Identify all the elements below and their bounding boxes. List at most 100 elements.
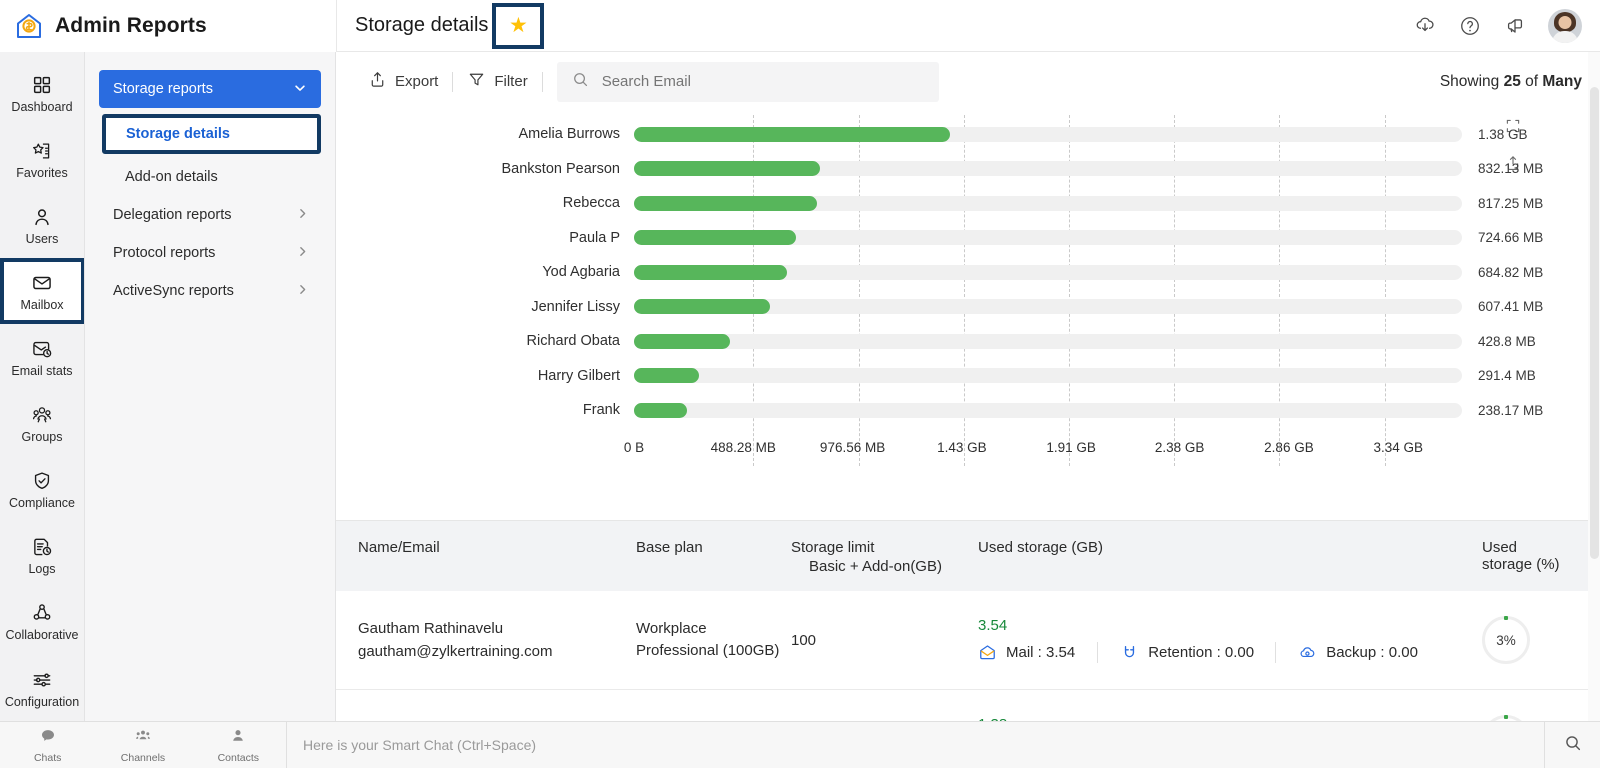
nav-item-storage-details[interactable]: Storage details [102,114,321,154]
sidebar-item-mailbox[interactable]: Mailbox [0,258,85,324]
grid-icon [30,73,54,97]
filter-button[interactable]: Filter [453,65,541,99]
nav-header-label: Storage reports [113,81,213,97]
bottom-tab-channels[interactable]: Channels [95,727,190,764]
used-retention: Retention : 0.00 [1097,642,1259,664]
bar-label: Jennifer Lissy [354,299,634,315]
column-base-plan: Base plan [636,539,791,575]
bar-track [634,368,1462,383]
export-label: Export [395,73,438,90]
envelope-clock-icon [30,337,54,361]
bar-label: Paula P [354,230,634,246]
help-icon[interactable] [1458,14,1482,38]
bar-fill [634,161,820,176]
bar-track [634,334,1462,349]
sidebar-item-groups[interactable]: Groups [0,390,85,456]
favorite-button[interactable]: ★ [492,3,544,49]
sidebar-label: Dashboard [11,101,72,114]
column-storage-limit: Storage limit Basic + Add-on(GB) [791,539,966,575]
vertical-scrollbar[interactable] [1588,52,1600,721]
brand: Admin Reports [0,11,336,41]
avatar-body [1552,31,1578,43]
sidebar-item-favorites[interactable]: Favorites [0,126,85,192]
showing-count: Showing 25 of Many [1440,73,1582,91]
chart-bar-row[interactable]: Yod Agbaria 684.82 MB [354,255,1582,290]
app-root: Admin Reports Storage details ★ [0,0,1600,768]
nav-item-activesync-reports[interactable]: ActiveSync reports [99,272,321,310]
backup-label: Backup : 0.00 [1326,642,1418,664]
bar-track [634,403,1462,418]
column-used-pct-line1: Used [1482,539,1590,556]
toolbar-divider [542,72,543,92]
page-title: Storage details [355,14,488,37]
chart-bar-row[interactable]: Frank 238.17 MB [354,393,1582,428]
chart-bar-row[interactable]: Richard Obata 428.8 MB [354,324,1582,359]
chart-bar-row[interactable]: Amelia Burrows 1.38 GB [354,117,1582,152]
axis-ticks: 0 B 488.28 MB 976.56 MB 1.43 GB 1.91 GB … [634,434,1462,460]
nav-item-delegation-reports[interactable]: Delegation reports [99,196,321,234]
bar-fill [634,265,787,280]
mail-icon [978,643,997,662]
column-name-email: Name/Email [336,539,636,575]
column-used-pct: Used storage (%) [1482,539,1600,575]
sidebar-item-compliance[interactable]: Compliance [0,456,85,522]
envelope-icon [30,271,54,295]
app-title: Admin Reports [55,14,207,38]
chart-bar-row[interactable]: Bankston Pearson 832.13 MB [354,152,1582,187]
search-input[interactable] [602,73,925,90]
bottom-tab-label: Contacts [218,752,259,764]
nav-item-protocol-reports[interactable]: Protocol reports [99,234,321,272]
cell-base-plan: Workplace Professional (100GB) [636,717,791,722]
avatar[interactable] [1548,9,1582,43]
cell-base-plan: Workplace Professional (100GB) [636,618,791,663]
download-cloud-icon[interactable] [1413,14,1437,38]
sidebar-label: Favorites [16,167,67,180]
usage-donut: 1% [1482,715,1530,721]
sidebar-item-email-stats[interactable]: Email stats [0,324,85,390]
table-row[interactable]: Gautham Rathinavelu gautham@zylkertraini… [336,591,1600,690]
sidebar-label: Mailbox [20,299,63,312]
nav-sub-label: Add-on details [125,169,218,185]
bottom-tabs: Chats Channels [0,722,287,768]
scrollbar-thumb[interactable] [1590,87,1599,559]
log-clock-icon [30,535,54,559]
storage-table: Name/Email Base plan Storage limit Basic… [336,521,1600,721]
zoho-mail-admin-logo-icon [14,11,44,41]
chart-bars: Amelia Burrows 1.38 GB Bankston Pearson … [354,117,1582,428]
sidebar-item-users[interactable]: Users [0,192,85,258]
bottom-tab-label: Chats [34,752,61,764]
sidebar-label: Compliance [9,497,75,510]
bar-track [634,196,1462,211]
bottom-tab-contacts[interactable]: Contacts [191,727,286,764]
bar-label: Yod Agbaria [354,264,634,280]
chart-bar-row[interactable]: Harry Gilbert 291.4 MB [354,359,1582,394]
bottom-search-button[interactable] [1544,722,1600,768]
sidebar-item-collaborative[interactable]: Collaborative [0,589,85,655]
nav-item-addon-details[interactable]: Add-on details [99,158,321,196]
export-button[interactable]: Export [354,65,452,99]
search-box[interactable] [557,62,939,102]
table-row[interactable]: Amelia Burrows a.burrows@zylkertraining.… [336,690,1600,721]
sidebar-item-dashboard[interactable]: Dashboard [0,60,85,126]
announcement-icon[interactable] [1503,14,1527,38]
column-storage-limit-label: Storage limit [791,539,956,556]
storage-chart: Amelia Burrows 1.38 GB Bankston Pearson … [336,111,1600,521]
chart-bar-row[interactable]: Rebecca 817.25 MB [354,186,1582,221]
smart-chat-input[interactable]: Here is your Smart Chat (Ctrl+Space) [287,737,1544,753]
chart-bar-row[interactable]: Jennifer Lissy 607.41 MB [354,290,1582,325]
x-tick: 1.43 GB [937,440,987,455]
nav-storage-reports[interactable]: Storage reports [99,70,321,108]
nav-group-label: ActiveSync reports [113,283,234,299]
axis-spacer [354,434,634,460]
bar-label: Harry Gilbert [354,368,634,384]
row-name: Amelia Burrows [358,716,626,721]
sidebar-item-logs[interactable]: Logs [0,522,85,588]
chart-bar-row[interactable]: Paula P 724.66 MB [354,221,1582,256]
cell-storage-limit: 100 [791,632,966,649]
sidebar-item-configuration[interactable]: Configuration [0,655,85,721]
bar-value: 684.82 MB [1462,265,1582,280]
x-tick: 1.91 GB [1046,440,1096,455]
bottom-tab-label: Channels [121,752,165,764]
bottom-tab-chats[interactable]: Chats [0,727,95,764]
sidebar-label: Users [26,233,59,246]
